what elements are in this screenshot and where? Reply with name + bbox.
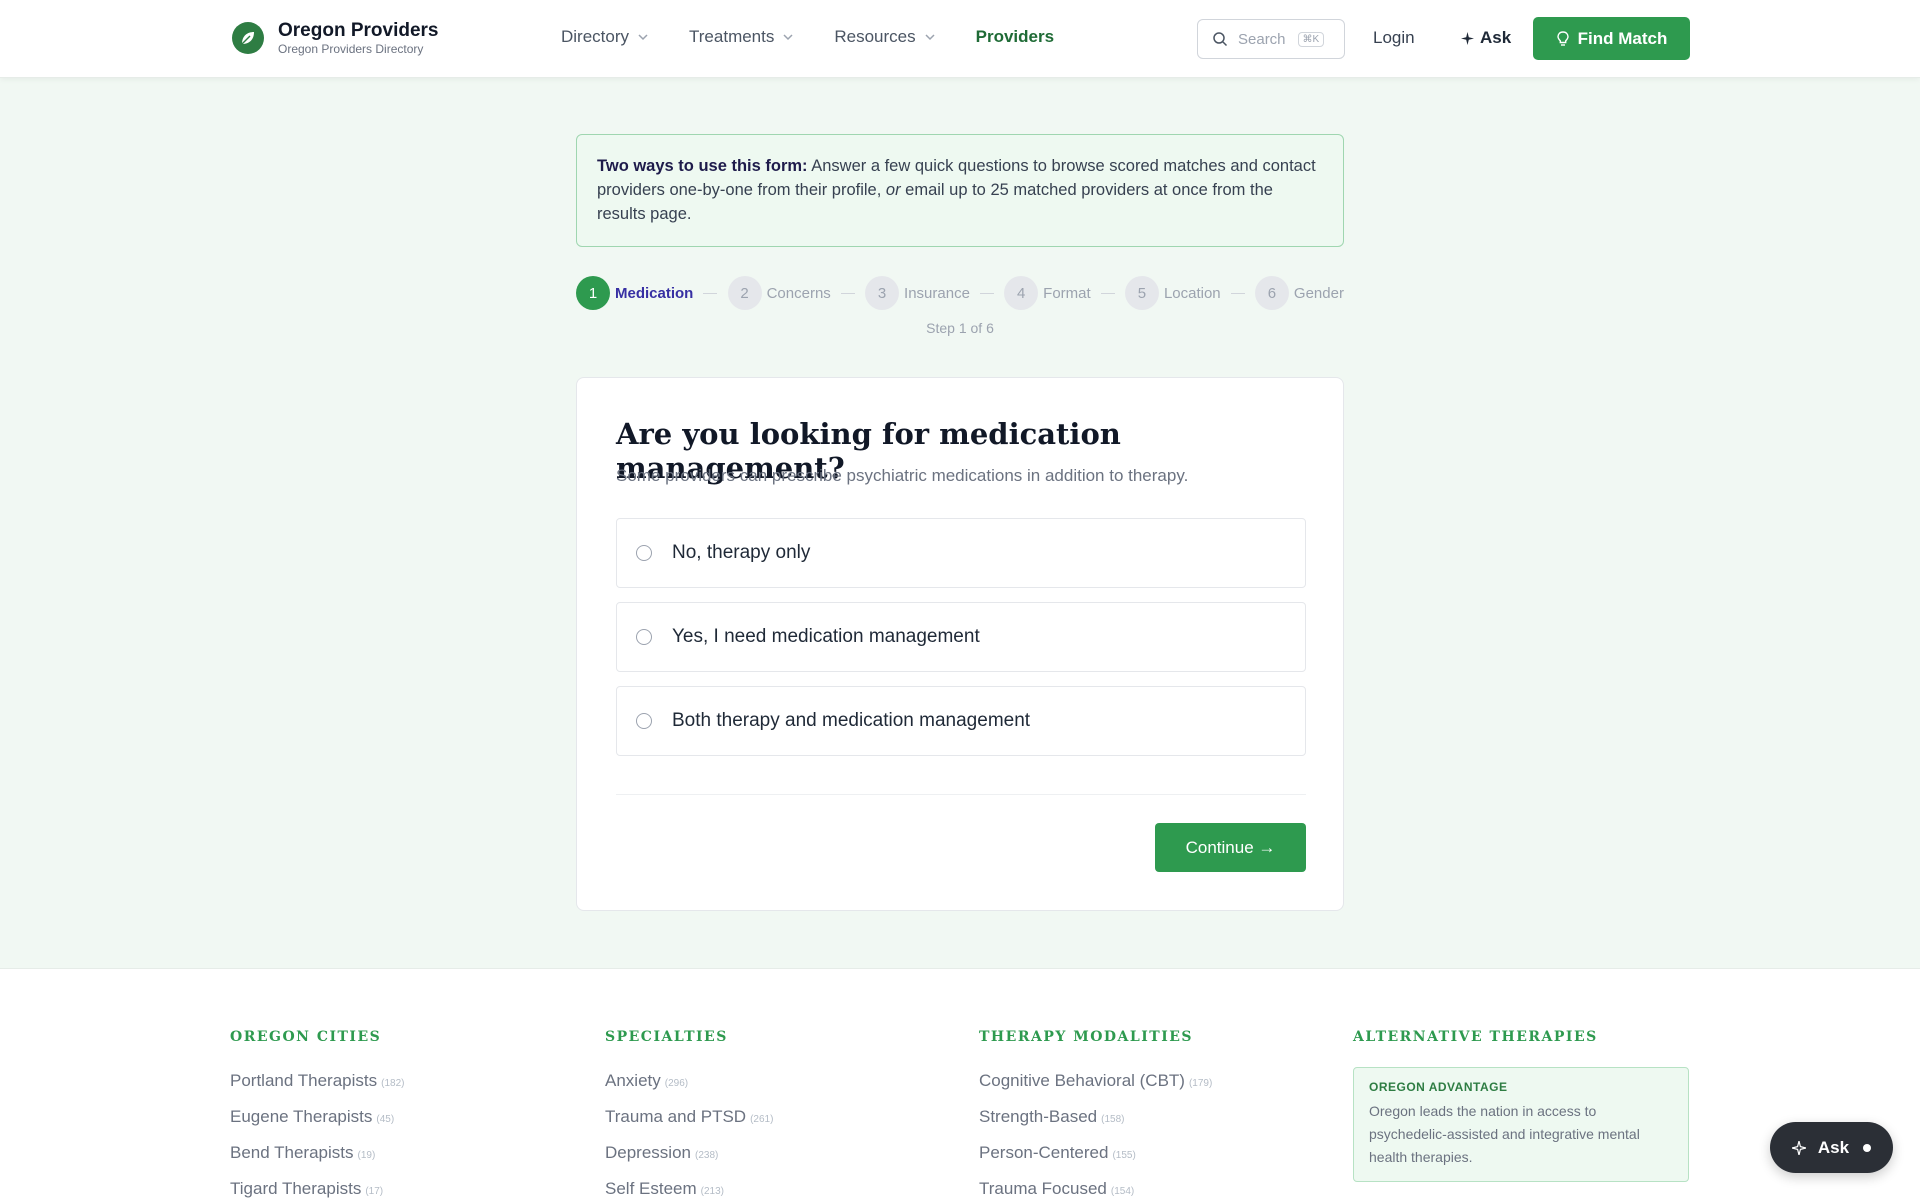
- nav-providers-label: Providers: [975, 27, 1055, 46]
- step-format: 4 Format: [1004, 276, 1091, 310]
- footer-alternative: ALTERNATIVE THERAPIES OREGON ADVANTAGE O…: [1353, 1029, 1689, 1182]
- footer-heading: SPECIALTIES: [605, 1029, 728, 1045]
- step-label: Concerns: [766, 284, 831, 302]
- step-number: 4: [1004, 276, 1039, 310]
- step-number: 2: [727, 276, 762, 310]
- chevron-down-icon: [638, 34, 648, 41]
- nav-resources-label: Resources: [834, 27, 916, 46]
- footer-link[interactable]: Bend Therapists (19): [230, 1143, 404, 1179]
- question-card: Are you looking for medication managemen…: [576, 377, 1344, 911]
- nav-providers[interactable]: Providers: [976, 27, 1054, 47]
- option-both[interactable]: Both therapy and medication management: [616, 686, 1306, 756]
- footer-cities: OREGON CITIES Portland Therapists (182) E…: [230, 1029, 404, 1200]
- ask-button[interactable]: Ask: [1461, 28, 1511, 48]
- footer-modalities: THERAPY MODALITIES Cognitive Behavioral …: [979, 1029, 1212, 1200]
- search-placeholder: Search: [1238, 30, 1286, 48]
- step-label: Format: [1043, 284, 1091, 302]
- brand-title: Oregon Providers: [278, 20, 439, 41]
- footer-heading: ALTERNATIVE THERAPIES: [1353, 1029, 1598, 1045]
- step-medication: 1 Medication: [576, 276, 693, 310]
- leaf-icon: [232, 22, 264, 54]
- step-separator: [980, 292, 995, 294]
- nav-resources[interactable]: Resources: [834, 27, 935, 47]
- continue-button[interactable]: Continue →: [1155, 823, 1306, 872]
- footer-heading: THERAPY MODALITIES: [979, 1029, 1194, 1045]
- option-therapy-only[interactable]: No, therapy only: [616, 518, 1306, 588]
- footer-heading: OREGON CITIES: [230, 1029, 382, 1045]
- info-emphasis: or: [885, 181, 901, 199]
- step-separator: [1230, 292, 1245, 294]
- floating-ask-button[interactable]: Ask: [1770, 1122, 1893, 1173]
- nav-directory-label: Directory: [561, 27, 630, 46]
- step-separator: [1100, 292, 1115, 294]
- option-label: Both therapy and medication management: [672, 710, 1031, 731]
- find-match-button[interactable]: Find Match: [1533, 17, 1690, 60]
- oregon-advantage-box: OREGON ADVANTAGE Oregon leads the nation…: [1353, 1067, 1689, 1182]
- option-medication-management[interactable]: Yes, I need medication management: [616, 602, 1306, 672]
- footer-link[interactable]: Eugene Therapists (45): [230, 1107, 404, 1143]
- step-insurance: 3 Insurance: [865, 276, 970, 310]
- login-link[interactable]: Login: [1373, 28, 1415, 48]
- search-input[interactable]: Search ⌘K: [1197, 19, 1345, 59]
- step-number: 1: [576, 276, 610, 310]
- step-label: Insurance: [904, 284, 970, 302]
- radio-button[interactable]: [636, 545, 652, 561]
- search-shortcut: ⌘K: [1297, 31, 1325, 47]
- info-lead: Two ways to use this form:: [597, 157, 808, 175]
- progress-stepper: 1 Medication 2 Concerns 3 Insurance 4 Fo…: [576, 276, 1344, 310]
- radio-button[interactable]: [636, 713, 652, 729]
- main-nav: Directory Treatments Resources Providers: [561, 27, 1094, 47]
- chevron-down-icon: [925, 34, 935, 41]
- option-label: Yes, I need medication management: [672, 626, 980, 647]
- step-label: Gender: [1293, 284, 1344, 302]
- find-match-label: Find Match: [1577, 28, 1668, 48]
- step-number: 3: [865, 276, 900, 310]
- nav-treatments-label: Treatments: [689, 27, 775, 46]
- status-dot: [1863, 1143, 1872, 1152]
- footer-link[interactable]: Strength-Based (158): [979, 1107, 1212, 1143]
- footer-link[interactable]: Anxiety (296): [605, 1071, 773, 1107]
- advantage-text: Oregon leads the nation in access to psy…: [1369, 1103, 1640, 1165]
- brand-subtitle: Oregon Providers Directory: [278, 42, 424, 56]
- footer-link[interactable]: Cognitive Behavioral (CBT) (179): [979, 1071, 1212, 1107]
- option-label: No, therapy only: [672, 542, 811, 563]
- footer-link[interactable]: Depression (238): [605, 1143, 773, 1179]
- footer-link[interactable]: Trauma and PTSD (261): [605, 1107, 773, 1143]
- search-icon: [1213, 32, 1228, 47]
- footer-link[interactable]: Tigard Therapists (17): [230, 1179, 404, 1200]
- step-location: 5 Location: [1124, 276, 1221, 310]
- divider: [616, 794, 1306, 795]
- footer-specialties: SPECIALTIES Anxiety (296) Trauma and PTSD…: [605, 1029, 773, 1200]
- floating-ask-label: Ask: [1817, 1137, 1850, 1157]
- chevron-down-icon: [783, 34, 793, 41]
- brand[interactable]: Oregon Providers Oregon Providers Direct…: [232, 20, 439, 56]
- step-concerns: 2 Concerns: [727, 276, 831, 310]
- footer-link[interactable]: Person-Centered (155): [979, 1143, 1212, 1179]
- radio-button[interactable]: [636, 629, 652, 645]
- footer-link[interactable]: Self Esteem (213): [605, 1179, 773, 1200]
- footer-link[interactable]: Trauma Focused (154): [979, 1179, 1212, 1200]
- site-header: Oregon Providers Oregon Providers Direct…: [0, 0, 1920, 78]
- nav-treatments[interactable]: Treatments: [689, 27, 794, 47]
- advantage-heading: OREGON ADVANTAGE: [1369, 1080, 1508, 1094]
- site-footer: OREGON CITIES Portland Therapists (182) E…: [0, 968, 1920, 1200]
- step-number: 6: [1254, 276, 1289, 310]
- step-number: 5: [1124, 276, 1159, 310]
- lightbulb-icon: [1556, 30, 1569, 46]
- step-separator: [703, 292, 718, 294]
- sparkle-icon: [1461, 31, 1474, 45]
- nav-directory[interactable]: Directory: [561, 27, 649, 47]
- info-callout: Two ways to use this form: Answer a few …: [576, 134, 1344, 247]
- step-gender: 6 Gender: [1254, 276, 1344, 310]
- sparkle-icon: [1791, 1140, 1806, 1155]
- step-label: Location: [1163, 284, 1221, 302]
- question-subtitle: Some providers can prescribe psychiatric…: [616, 466, 1189, 485]
- step-counter: Step 1 of 6: [926, 320, 994, 336]
- footer-link[interactable]: Portland Therapists (182): [230, 1071, 404, 1107]
- step-label: Medication: [615, 284, 694, 302]
- ask-label: Ask: [1480, 28, 1512, 47]
- step-separator: [840, 292, 855, 294]
